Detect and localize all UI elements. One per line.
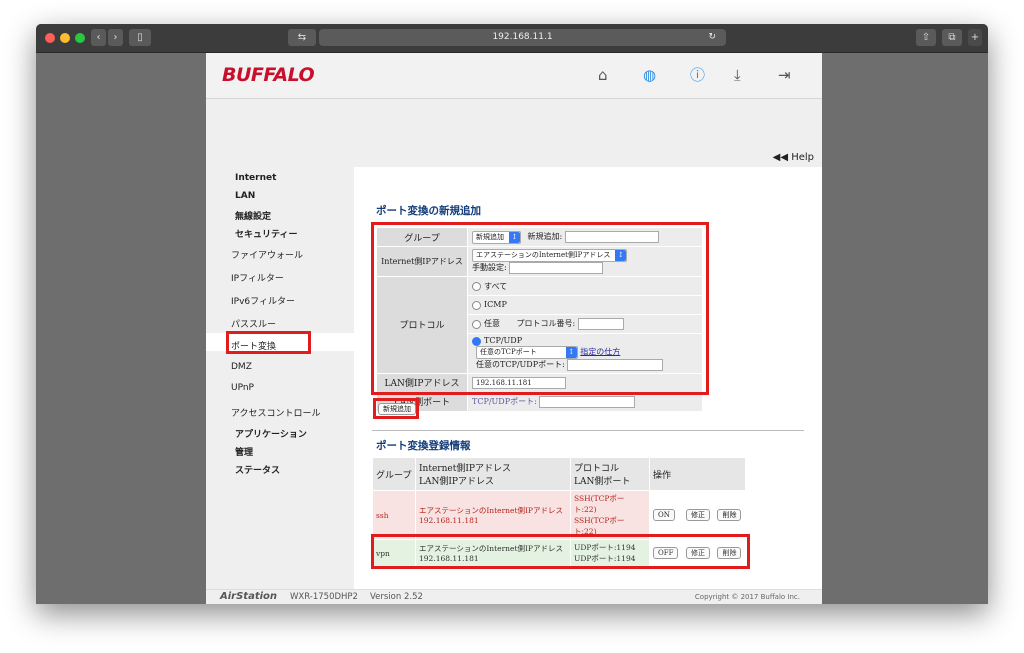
close-window-button[interactable] <box>45 33 55 43</box>
nav-firewall[interactable]: ファイアウォール <box>231 248 303 261</box>
row-proto1: SSH(TCPポート:22) <box>574 494 625 514</box>
share-icon: ⇧ <box>921 32 931 43</box>
nav-security[interactable]: セキュリティー <box>235 227 297 240</box>
new-tab-button[interactable]: + <box>968 29 982 46</box>
buffalo-logo[interactable]: BUFFALO <box>222 64 315 86</box>
toggle-button[interactable]: ON <box>653 509 675 521</box>
col-ip-line2: LAN側IPアドレス <box>419 477 494 487</box>
nav-applications[interactable]: アプリケーション <box>235 427 307 440</box>
sidebar-icon: ▯ <box>137 32 143 43</box>
nav-access-control[interactable]: アクセスコントロール <box>231 406 321 419</box>
nav-internet[interactable]: Internet <box>235 173 276 183</box>
col-proto-line2: LAN側ポート <box>574 477 631 487</box>
info-icon[interactable]: ⓘ <box>690 67 705 83</box>
copyright: Copyright © 2017 Buffalo Inc. <box>694 593 800 601</box>
globe-icon[interactable]: ◍ <box>643 67 656 83</box>
col-ip-line1: Internet側IPアドレス <box>419 464 511 474</box>
form-highlight-box <box>371 222 709 395</box>
col-ops: 操作 <box>649 457 746 491</box>
nav-dmz[interactable]: DMZ <box>231 362 252 372</box>
nav-status[interactable]: ステータス <box>235 463 280 476</box>
page-footer: AirStation WXR-1750DHP2 Version 2.52 Cop… <box>206 589 822 604</box>
nav-passthrough[interactable]: パススルー <box>231 317 276 330</box>
row-proto2: SSH(TCPポート:22) <box>574 516 625 536</box>
model-name: WXR-1750DHP2 <box>290 592 358 602</box>
browser-titlebar: ‹ › ▯ ⇆ 192.168.11.1 ↻ ⇧ ⧉ + <box>36 24 988 53</box>
home-icon[interactable]: ⌂ <box>598 67 608 83</box>
nav-ip-filter[interactable]: IPフィルター <box>231 271 284 284</box>
reload-icon[interactable]: ↻ <box>708 29 716 46</box>
firmware-version: Version 2.52 <box>370 592 423 602</box>
nav-wireless[interactable]: 無線設定 <box>235 209 271 222</box>
tabs-button[interactable]: ⧉ <box>942 29 962 46</box>
chevron-right-icon: › <box>113 32 118 43</box>
row-ip1: エアステーションのInternet側IPアドレス <box>419 506 563 515</box>
plus-icon: + <box>970 32 980 43</box>
download-icon[interactable]: ⤓ <box>734 67 741 83</box>
browser-window: ‹ › ▯ ⇆ 192.168.11.1 ↻ ⇧ ⧉ + BUFFALO ⌂ ◍… <box>36 24 988 604</box>
sidebar-toggle-button[interactable]: ▯ <box>129 29 151 46</box>
row-ip2: 192.168.11.181 <box>419 516 479 525</box>
main-content: ポート変換の新規追加 グループ 新規追加 新規追加: Internet側IPアド… <box>354 167 822 589</box>
vpn-row-highlight-box <box>371 534 750 569</box>
nav-upnp[interactable]: UPnP <box>231 383 254 393</box>
minimize-window-button[interactable] <box>60 33 70 43</box>
lan-port-field-label: TCP/UDPポート: <box>472 396 537 406</box>
share-button[interactable]: ⇧ <box>916 29 936 46</box>
help-link[interactable]: ◀◀ Help <box>773 152 814 163</box>
nav-ipv6-filter[interactable]: IPv6フィルター <box>231 294 295 307</box>
router-admin-page: BUFFALO ⌂ ◍ ⓘ ⤓ ⇥ ◀◀ Help Internet LAN 無… <box>206 53 822 604</box>
reader-icon: ⇆ <box>297 32 307 43</box>
url-text: 192.168.11.1 <box>492 32 553 42</box>
add-button-highlight-box <box>373 398 419 419</box>
row-group: ssh <box>372 490 416 540</box>
nav-management[interactable]: 管理 <box>235 445 253 458</box>
logout-icon[interactable]: ⇥ <box>778 67 791 83</box>
col-group: グループ <box>372 457 416 491</box>
nav-highlight-box <box>226 331 311 354</box>
new-entry-title: ポート変換の新規追加 <box>376 205 481 217</box>
tabs-icon: ⧉ <box>948 32 956 43</box>
reader-button[interactable]: ⇆ <box>288 29 316 46</box>
page-header: BUFFALO ⌂ ◍ ⓘ ⤓ ⇥ <box>206 53 822 99</box>
address-bar[interactable]: 192.168.11.1 ↻ <box>319 29 726 46</box>
chevron-left-icon: ‹ <box>96 32 101 43</box>
col-proto-line1: プロトコル <box>574 464 620 474</box>
registered-title: ポート変換登録情報 <box>376 440 471 452</box>
edit-button[interactable]: 修正 <box>685 509 710 521</box>
nav-lan[interactable]: LAN <box>235 191 255 201</box>
back-button[interactable]: ‹ <box>91 29 106 46</box>
lan-port-input[interactable] <box>539 395 636 408</box>
section-divider <box>372 430 804 431</box>
airstation-logo: AirStation <box>220 591 278 602</box>
forward-button[interactable]: › <box>108 29 123 46</box>
table-row-ssh: ssh エアステーションのInternet側IPアドレス 192.168.11.1… <box>372 490 746 540</box>
zoom-window-button[interactable] <box>75 33 85 43</box>
delete-button[interactable]: 削除 <box>717 509 742 521</box>
